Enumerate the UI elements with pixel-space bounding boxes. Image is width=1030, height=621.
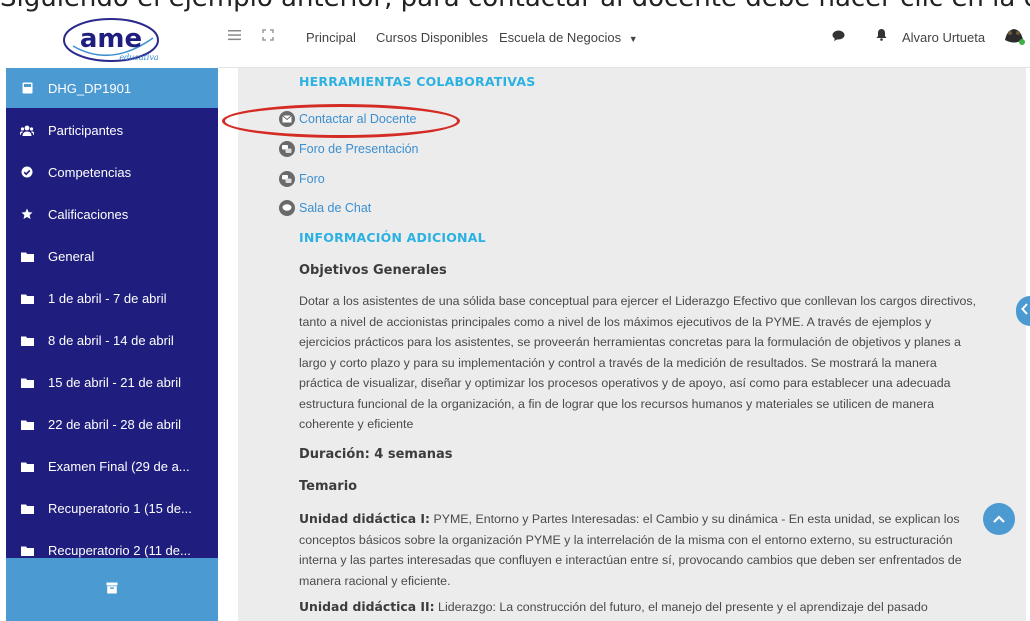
forum-icon [279,141,295,157]
fullscreen-icon[interactable] [262,28,274,45]
folder-icon [6,335,48,346]
chat-icon [279,200,295,216]
sidebar-item-label: DHG_DP1901 [48,80,132,96]
sidebar-item-week-1[interactable]: 1 de abril - 7 de abril [6,278,218,318]
messages-icon[interactable] [832,29,845,46]
caret-down-icon: ▼ [628,34,638,44]
sidebar-item-label: 22 de abril - 28 de abril [48,416,181,432]
folder-icon [6,419,48,430]
star-icon [6,208,48,220]
additional-info-heading: INFORMACIÓN ADICIONAL [299,230,486,245]
sidebar-item-label: Recuperatorio 1 (15 de... [48,500,192,516]
archive-icon [106,581,118,599]
caption-text: Siguiendo el ejemplo anterior, para cont… [0,0,1030,11]
sidebar-item-participantes[interactable]: Participantes [6,110,218,150]
activity-label: Foro de Presentación [299,142,419,156]
sidebar-item-general[interactable]: General [6,236,218,276]
logo-area: ame educativa [6,12,218,68]
sidebar-item-label: General [48,248,95,264]
unit-2-paragraph: Unidad didáctica II: Liderazgo: La const… [299,597,979,618]
unit-1-label: Unidad didáctica I: [299,511,430,526]
sidebar-item-label: Participantes [48,122,124,138]
chevron-up-icon [993,510,1005,528]
forum-icon [279,171,295,187]
sidebar-item-week-3[interactable]: 15 de abril - 21 de abril [6,362,218,402]
activity-label: Sala de Chat [299,201,372,215]
top-navbar: ame educativa Principal Cursos Disponibl… [6,12,1030,68]
logo-tagline: educativa [119,53,159,62]
objectives-heading: Objetivos Generales [299,263,447,278]
sidebar-item-label: 1 de abril - 7 de abril [48,290,167,306]
sidebar-item-week-4[interactable]: 22 de abril - 28 de abril [6,404,218,444]
sidebar-item-label: 8 de abril - 14 de abril [48,332,174,348]
notifications-bell-icon[interactable] [876,28,887,45]
sidebar-item-label: Calificaciones [48,206,129,222]
users-icon [6,125,48,136]
unit-2-text: Liderazgo: La construcción del futuro, e… [434,600,928,614]
nav-dropdown-escuela-de-negocios[interactable]: Escuela de Negocios ▼ [499,30,638,45]
user-name[interactable]: Alvaro Urtueta [902,30,985,45]
sidebar-footer-archive-button[interactable] [6,558,218,621]
sidebar-item-recuperatorio-1[interactable]: Recuperatorio 1 (15 de... [6,488,218,528]
sidebar-item-calificaciones[interactable]: Calificaciones [6,194,218,234]
sidebar-item-label: Recuperatorio 2 (11 de... [48,542,191,558]
check-circle-icon [6,166,48,178]
activity-foro-presentacion[interactable]: Foro de Presentación [279,141,419,157]
collaborative-tools-heading: HERRAMIENTAS COLABORATIVAS [299,74,536,89]
cropped-caption: Siguiendo el ejemplo anterior, para cont… [0,0,1030,12]
sidebar-item-course[interactable]: DHG_DP1901 [6,68,218,108]
folder-icon [6,503,48,514]
logo-text: ame [80,24,142,54]
sidebar-item-week-2[interactable]: 8 de abril - 14 de abril [6,320,218,360]
hamburger-menu-icon[interactable] [228,28,241,45]
sidebar-item-label: Examen Final (29 de a... [48,458,190,474]
folder-icon [6,545,48,556]
folder-icon [6,377,48,388]
course-content: HERRAMIENTAS COLABORATIVAS Contactar al … [238,68,1026,621]
activity-label: Foro [299,172,325,186]
sidebar-item-examen-final[interactable]: Examen Final (29 de a... [6,446,218,486]
sidebar-item-label: 15 de abril - 21 de abril [48,374,181,390]
course-icon [6,82,48,94]
unit-1-paragraph: Unidad didáctica I: PYME, Entorno y Part… [299,509,979,591]
nav-dropdown-label: Escuela de Negocios [499,30,622,45]
activity-sala-de-chat[interactable]: Sala de Chat [279,200,371,216]
folder-icon [6,251,48,262]
folder-icon [6,293,48,304]
chevron-left-icon [1021,302,1029,320]
course-sidebar: DHG_DP1901 Participantes Competencias Ca… [6,68,218,621]
user-avatar[interactable] [1001,22,1027,48]
unit-2-label: Unidad didáctica II: [299,599,435,614]
back-to-top-button[interactable] [983,503,1015,535]
syllabus-heading: Temario [299,479,358,494]
sidebar-item-label: Competencias [48,164,132,180]
ame-educativa-logo[interactable]: ame educativa [61,16,161,64]
duration-text: Duración: 4 semanas [299,447,453,462]
objectives-paragraph: Dotar a los asistentes de una sólida bas… [299,294,977,431]
nav-link-cursos-disponibles[interactable]: Cursos Disponibles [376,30,488,45]
nav-link-principal[interactable]: Principal [306,30,356,45]
highlight-ellipse-annotation [222,104,460,138]
folder-icon [6,461,48,472]
sidebar-item-competencias[interactable]: Competencias [6,152,218,192]
activity-foro[interactable]: Foro [279,171,325,187]
